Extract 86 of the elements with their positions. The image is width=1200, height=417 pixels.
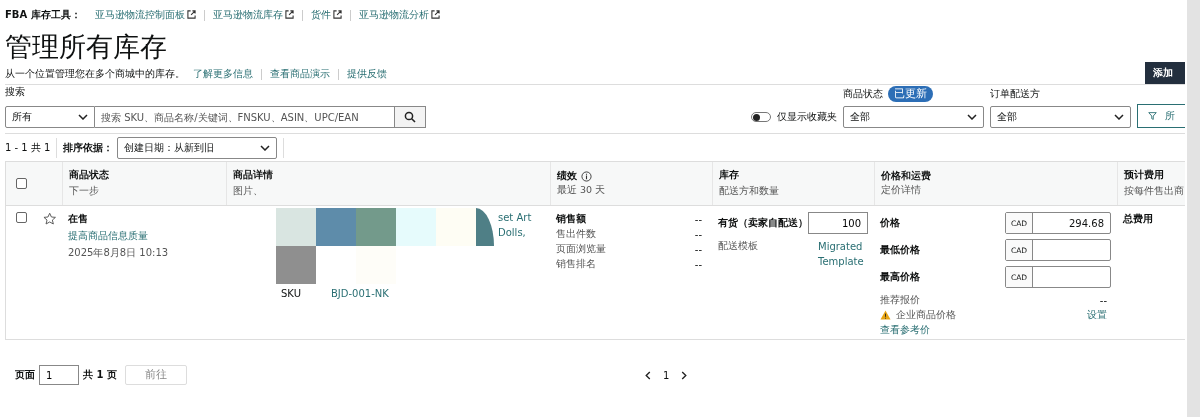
price-label: 最高价格 [880,270,920,284]
column-title: 库存 [719,169,739,182]
suggested-price-label: 推荐报价 [880,293,920,307]
page-total: 共 1 页 [83,368,117,382]
external-link-icon [332,10,342,19]
column-title: 商品状态 [69,169,109,182]
updated-badge: 已更新 [888,86,933,102]
product-title-link[interactable]: Dolls, [498,227,532,238]
add-button[interactable]: 添加 [1145,62,1185,84]
status-filter-label: 商品状态 [843,87,883,101]
page-description: 从一个位置管理您在多个商城中的库存。 [5,67,185,81]
search-icon [404,111,416,123]
sku-label: SKU [281,288,301,299]
page-label: 页面 [15,368,35,382]
business-price-label: 企业商品价格 [896,308,956,322]
chevron-down-icon [260,144,271,151]
fulfillment-filter-label: 订单配送方 [990,87,1040,101]
result-count: 1 - 1 共 1 [5,140,51,155]
sku-link[interactable]: BJD-001-NK [330,288,389,299]
external-link-icon [430,10,440,19]
sort-select[interactable]: 创建日期：从新到旧 [117,136,278,159]
tool-link[interactable]: 货件 [310,8,342,22]
created-date: 2025年8月8日 10:13 [68,246,170,260]
tool-link[interactable]: 亚马逊物流控制面板 [94,8,196,22]
set-link[interactable]: 设置 [1087,308,1107,322]
metric-value: -- [694,243,702,255]
scope-select[interactable]: 所有 [5,106,95,128]
metric-label: 页面浏览量 [556,242,606,256]
select-all-checkbox[interactable] [16,178,27,189]
column-subtitle: 图片、 [233,185,264,198]
shipping-template-link[interactable]: Migrated Template [818,239,868,269]
chevron-down-icon [1114,114,1124,120]
info-link[interactable]: 查看商品演示 [270,67,330,81]
filter-button[interactable]: 所 [1137,104,1185,128]
page-field[interactable]: 1 [39,365,79,385]
chevron-down-icon [78,114,88,120]
previous-page-icon[interactable] [645,370,651,380]
next-page-icon[interactable] [681,370,688,380]
external-link-icon [186,10,196,19]
search-button[interactable] [395,106,426,128]
favorites-label: 仅显示收藏夹 [777,110,837,124]
info-link[interactable]: 提供反馈 [347,67,387,81]
shipping-template-label: 配送模板 [718,239,758,253]
column-subtitle: 下一步 [69,185,100,198]
page-title: 管理所有库存 [5,30,168,64]
tool-link[interactable]: 亚马逊物流库存 [212,8,294,22]
status-select[interactable]: 全部 [843,106,984,128]
price-label: 价格 [880,216,900,230]
quantity-field[interactable]: 100 [808,212,868,234]
tools-label: FBA 库存工具： [5,8,81,22]
external-link-icon [284,10,294,19]
suggested-price-value: -- [1099,294,1107,306]
row-checkbox[interactable] [16,212,27,223]
search-label: 搜索 [5,85,26,99]
column-title: 绩效 [557,170,577,183]
total-fees-label: 总费用 [1123,212,1154,226]
chevron-down-icon [967,114,977,120]
filter-icon [1148,110,1157,122]
column-subtitle: 配送方和数量 [719,185,780,198]
column-title: 预计费用 [1124,169,1164,182]
info-link[interactable]: 了解更多信息 [193,67,253,81]
fulfillment-select[interactable]: 全部 [990,106,1131,128]
column-subtitle: 按每件售出商 [1124,185,1185,198]
metric-label: 售出件数 [556,227,596,241]
star-icon[interactable] [42,212,56,226]
sort-label: 排序依据： [63,140,114,155]
reference-price-link[interactable]: 查看参考价 [880,323,1111,337]
metric-label: 销售排名 [556,257,596,271]
warning-icon [880,310,891,320]
scrollbar[interactable] [1187,0,1200,417]
metric-label: 销售额 [556,212,586,226]
column-title: 商品详情 [233,169,273,182]
improve-listing-link[interactable]: 提高商品信息质量 [68,229,220,243]
product-title-link[interactable]: set Art [498,212,532,223]
price-label: 最低价格 [880,243,920,257]
column-subtitle: 定价详情 [881,184,922,197]
stock-status: 有货（卖家自配送） [718,216,808,230]
tool-link[interactable]: 亚马逊物流分析 [358,8,440,22]
metric-value: -- [694,213,702,225]
metric-value: -- [694,258,702,270]
listing-status: 在售 [68,212,89,226]
column-title: 价格和运费 [881,170,931,183]
current-page[interactable]: 1 [663,369,670,381]
metric-value: -- [694,228,702,240]
column-subtitle: 最近 30 天 [557,184,607,197]
search-field[interactable]: 搜索 SKU、商品名称/关键词、FNSKU、ASIN、UPC/EAN [95,106,395,128]
